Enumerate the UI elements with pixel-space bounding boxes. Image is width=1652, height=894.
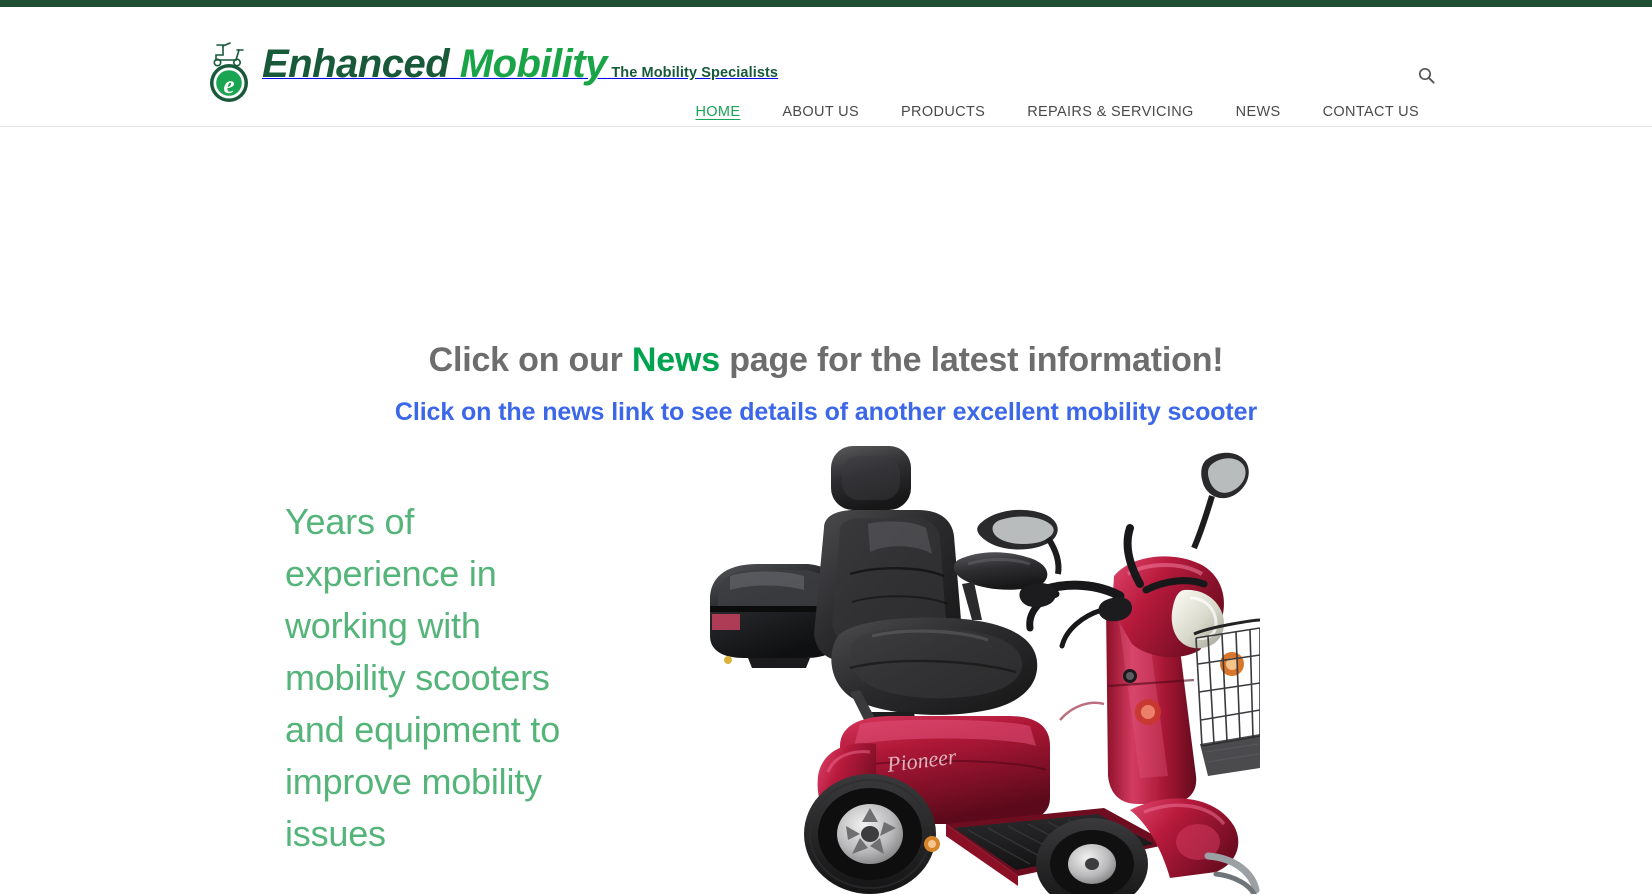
nav-item-news[interactable]: NEWS [1215,102,1302,122]
rear-wheel [804,774,936,894]
site-logo[interactable]: e Enhanced Mobility The Mobility Special… [204,38,778,104]
nav-item-home[interactable]: HOME [674,102,761,122]
headline-news-accent: News [631,340,720,379]
headline-text-after: page for the latest information! [719,340,1224,379]
logo-word-mobility: Mobility [459,42,608,86]
nav-item-about-us[interactable]: ABOUT US [761,102,880,122]
nav-item-repairs-and-servicing[interactable]: REPAIRS & SERVICING [1006,102,1214,122]
page-headline: Click on our News page for the latest in… [0,340,1652,381]
primary-navigation: HOME ABOUT US PRODUCTS REPAIRS & SERVICI… [674,102,1440,122]
right-mirror [1191,452,1249,550]
logo-wordmark: Enhanced Mobility [262,42,607,86]
search-button[interactable] [1412,63,1440,91]
hero-scooter-image: Pioneer [700,424,1260,894]
logo-emblem-icon: e [204,38,254,104]
front-basket [1193,618,1260,776]
nav-item-contact-us[interactable]: CONTACT US [1302,102,1440,122]
main-content: Click on our News page for the latest in… [0,128,1652,894]
nav-item-products[interactable]: PRODUCTS [880,102,1006,122]
svg-text:e: e [223,72,234,99]
site-header: e Enhanced Mobility The Mobility Special… [0,7,1652,127]
promo-paragraph: Years of experience in working with mobi… [285,501,561,854]
search-icon [1418,67,1435,87]
top-accent-bar [0,0,1652,7]
left-grip [1019,583,1056,608]
logo-word-enhanced: Enhanced [262,42,450,86]
logo-tagline: The Mobility Specialists [611,65,779,81]
headline-text-before: Click on our [428,340,632,379]
